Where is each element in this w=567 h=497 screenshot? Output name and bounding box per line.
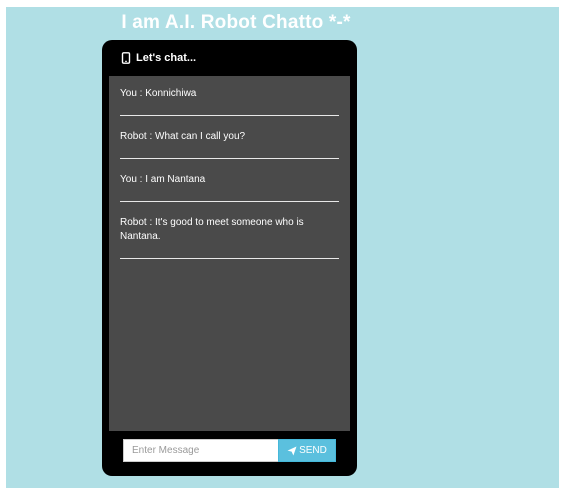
mobile-phone-icon <box>120 52 132 64</box>
send-button[interactable]: SEND <box>278 439 336 462</box>
message-composer: SEND <box>123 439 336 462</box>
chat-message: You : I am Nantana <box>120 162 339 202</box>
chat-header: Let's chat... <box>102 40 357 76</box>
chat-window: Let's chat... You : Konnichiwa Robot : W… <box>102 40 357 476</box>
page-background: I am A.I. Robot Chatto *-* Let's chat...… <box>6 7 559 488</box>
page-title: I am A.I. Robot Chatto *-* <box>121 12 351 33</box>
paper-plane-icon <box>287 446 297 456</box>
chat-message: You : Konnichiwa <box>120 76 339 116</box>
message-input[interactable] <box>123 439 278 462</box>
send-button-label: SEND <box>299 445 327 456</box>
chat-message: Robot : It's good to meet someone who is… <box>120 205 339 259</box>
chat-message: Robot : What can I call you? <box>120 119 339 159</box>
chat-header-label: Let's chat... <box>136 52 197 64</box>
chat-messages[interactable]: You : Konnichiwa Robot : What can I call… <box>109 76 350 431</box>
